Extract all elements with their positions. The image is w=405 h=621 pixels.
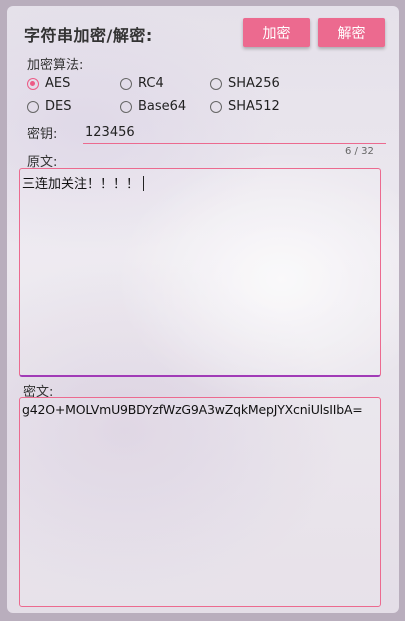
radio-label: DES xyxy=(45,99,72,114)
radio-circle-icon xyxy=(27,77,39,90)
plaintext-value: 三连加关注！！！！ xyxy=(22,177,140,192)
encrypt-button[interactable]: 加密 xyxy=(243,18,310,47)
radio-label: SHA512 xyxy=(228,99,280,114)
radio-sha512[interactable]: SHA512 xyxy=(210,99,280,114)
radio-aes[interactable]: AES xyxy=(27,76,70,91)
radio-circle-icon xyxy=(120,77,132,90)
app-window: 字符串加密/解密: 加密 解密 加密算法: AES RC4 SHA256 DES… xyxy=(7,6,399,613)
radio-label: SHA256 xyxy=(228,76,280,91)
radio-circle-icon xyxy=(27,100,39,113)
decrypt-button[interactable]: 解密 xyxy=(318,18,385,47)
ciphertext-value: g42O+MOLVmU9BDYzfWzG9A3wZqkMepJYXcniUlsI… xyxy=(22,402,363,417)
radio-circle-icon xyxy=(120,100,132,113)
key-input[interactable]: 123456 xyxy=(83,123,386,144)
key-char-counter: 6 / 32 xyxy=(345,146,374,157)
key-label: 密钥: xyxy=(27,127,58,142)
radio-sha256[interactable]: SHA256 xyxy=(210,76,280,91)
radio-base64[interactable]: Base64 xyxy=(120,99,186,114)
page-title: 字符串加密/解密: xyxy=(24,26,153,45)
plaintext-input[interactable]: 三连加关注！！！！ xyxy=(19,168,381,377)
text-caret xyxy=(143,176,145,191)
key-value: 123456 xyxy=(85,125,135,140)
radio-label: RC4 xyxy=(138,76,164,91)
radio-des[interactable]: DES xyxy=(27,99,71,114)
radio-label: Base64 xyxy=(138,99,187,114)
radio-circle-icon xyxy=(210,77,222,90)
radio-label: AES xyxy=(45,76,71,91)
ciphertext-output[interactable]: g42O+MOLVmU9BDYzfWzG9A3wZqkMepJYXcniUlsI… xyxy=(19,397,381,607)
radio-circle-icon xyxy=(210,100,222,113)
radio-rc4[interactable]: RC4 xyxy=(120,76,164,91)
algorithm-label: 加密算法: xyxy=(27,58,84,73)
